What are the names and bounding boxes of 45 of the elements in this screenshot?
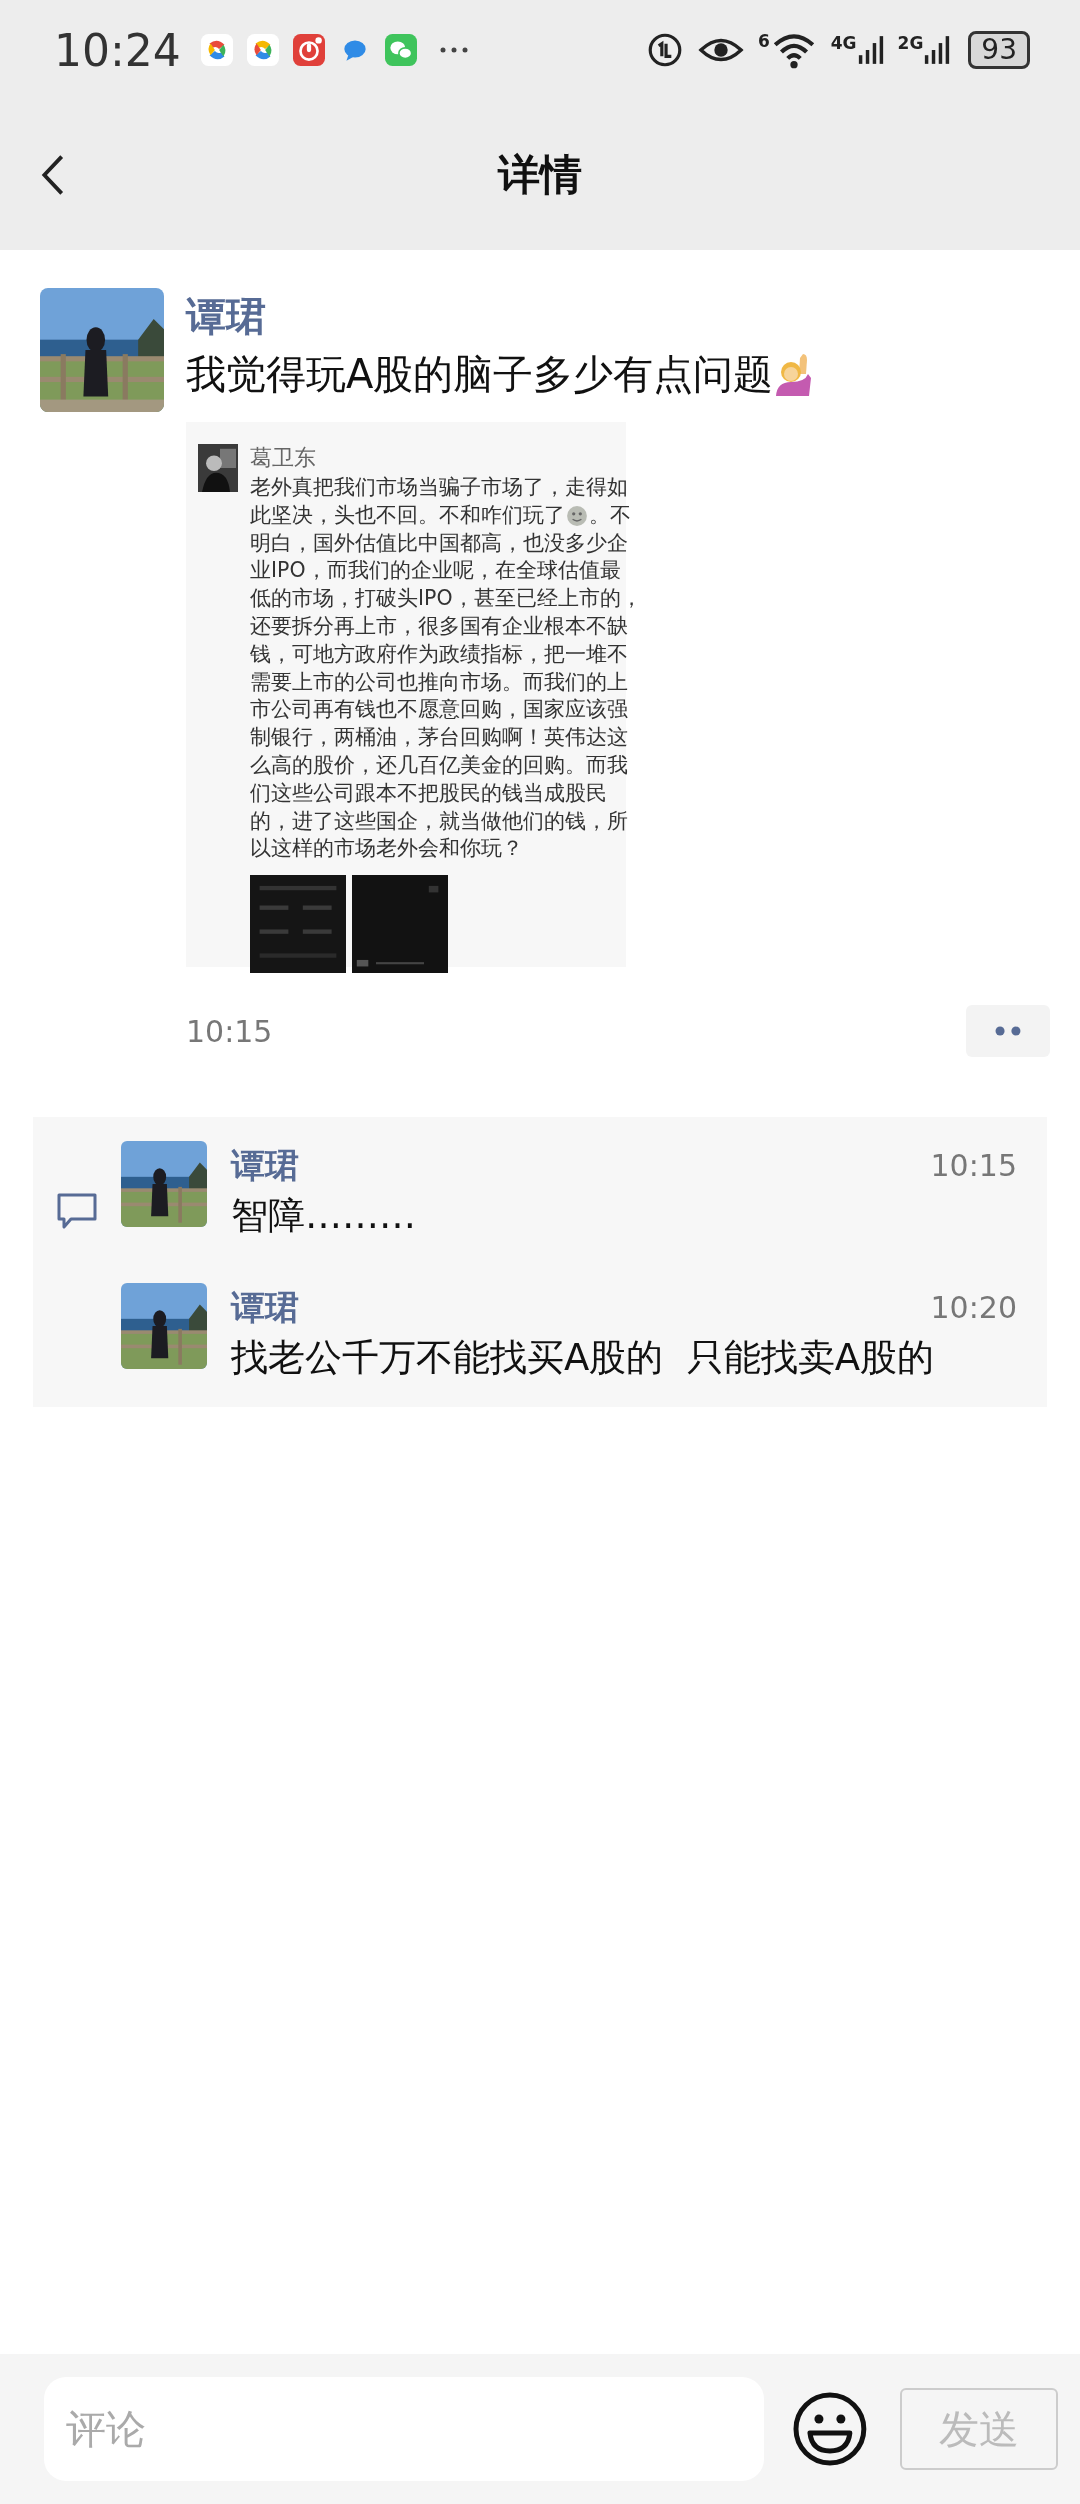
network-type-label: 2G — [897, 33, 924, 53]
signal-icon — [857, 33, 884, 67]
comment-text: 找老公千万不能找买A股的 只能找卖A股的 — [231, 1335, 936, 1381]
back-icon[interactable] — [40, 153, 66, 197]
post-time: 10:15 — [186, 1013, 273, 1049]
network-type-label: 4G — [830, 33, 857, 53]
embedded-post-line: 。不 — [589, 501, 631, 529]
embedded-post-line: 老外真把我们市场当骗子市场了，走得如 — [250, 474, 628, 501]
app-icon — [292, 34, 325, 66]
smiley-icon[interactable] — [792, 2391, 869, 2467]
battery-indicator: 93 — [968, 31, 1030, 69]
embedded-post-line: 明白，国外估值比中国都高，也没多少企 — [250, 529, 628, 557]
status-time: 10:24 — [54, 24, 181, 76]
signal-icon — [924, 33, 951, 67]
embedded-post-line: 的，进了这些国企，就当做他们的钱，所 — [250, 807, 628, 835]
embedded-post-line: 钱，可地方政府作为政绩指标，把一堆不 — [250, 640, 628, 668]
embedded-author-name: 葛卫东 — [250, 444, 317, 472]
commenter-name[interactable]: 谭珺 — [231, 1141, 299, 1189]
comment-text: 智障……… — [231, 1193, 417, 1239]
embedded-post-line: 此坚决，头也不回。不和咋们玩了 — [250, 501, 565, 529]
embedded-post-line: 们这些公司跟本不把股民的钱当成股民 — [250, 779, 607, 807]
app-icon — [200, 34, 233, 66]
app-icon — [246, 34, 279, 66]
chat-app-icon — [384, 34, 417, 66]
post-text: 我觉得玩A股的脑子多少有点问题 — [186, 350, 774, 399]
embedded-post-line: 需要上市的公司也推向市场。而我们的上 — [250, 668, 628, 696]
embedded-post-line: 么高的股价，还几百亿美金的回购。而我 — [250, 751, 628, 779]
commenter-name[interactable]: 谭珺 — [231, 1283, 299, 1331]
person-raising-hand-icon — [773, 352, 814, 396]
more-icon — [438, 46, 469, 54]
comment-icon — [55, 1191, 99, 1231]
wifi-label: 6 — [757, 31, 770, 51]
embedded-post-line: 制银行，两桶油，茅台回购啊！英伟达这 — [250, 724, 628, 752]
page-title: 详情 — [498, 149, 582, 201]
comment-time: 10:20 — [930, 1289, 1017, 1325]
embedded-post-line: 市公司再有钱也不愿意回购，国家应该强 — [250, 696, 628, 724]
comment-field[interactable]: 评论 — [44, 2377, 765, 2481]
more-button[interactable] — [966, 1005, 1050, 1057]
embedded-post-line: 业IPO，而我们的企业呢，在全球估值最 — [250, 557, 621, 585]
author-name[interactable]: 谭珺 — [186, 288, 1040, 344]
comment-time: 10:15 — [930, 1147, 1017, 1183]
embedded-post-line: 还要拆分再上市，很多国有企业根本不缺 — [250, 613, 628, 640]
embedded-post-line: 以这样的市场老外会和你玩？ — [250, 835, 523, 863]
embedded-post-line: 低的市场，打破头IPO，甚至已经上市的， — [250, 585, 642, 613]
emoji-icon — [566, 504, 588, 527]
